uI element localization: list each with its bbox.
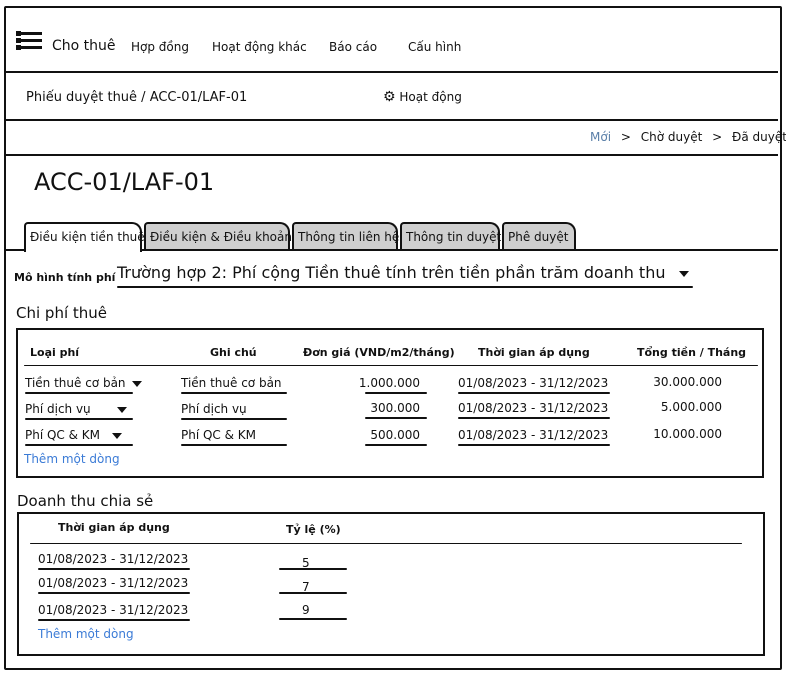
input-underline <box>279 592 347 594</box>
actions-button[interactable]: ⚙ Hoạt động <box>383 89 462 105</box>
menu-icon[interactable] <box>16 31 42 50</box>
fee-model-underline <box>117 286 693 288</box>
period-input[interactable]: 01/08/2023 - 31/12/2023 <box>38 552 188 566</box>
input-underline <box>38 568 190 570</box>
chevron-right-icon: > <box>712 130 723 144</box>
status-divider <box>6 154 778 156</box>
input-underline <box>458 444 610 446</box>
period-input[interactable]: 01/08/2023 - 31/12/2023 <box>38 576 188 590</box>
input-underline <box>365 444 427 446</box>
input-underline <box>25 418 133 420</box>
period-input[interactable]: 01/08/2023 - 31/12/2023 <box>458 428 608 442</box>
nav-divider <box>6 71 778 73</box>
total-value: 10.000.000 <box>653 427 722 441</box>
note-input[interactable]: Tiền thuê cơ bản <box>181 376 282 390</box>
tab-terms-conditions[interactable]: Điều kiện & Điều khoản <box>144 222 292 250</box>
chevron-down-icon <box>131 380 142 387</box>
col-header-note: Ghi chú <box>210 346 257 359</box>
fee-type-select[interactable]: Phí dịch vụ <box>25 402 127 416</box>
total-value: 5.000.000 <box>660 400 722 414</box>
total-value: 30.000.000 <box>653 375 722 389</box>
actions-label: Hoạt động <box>399 90 462 104</box>
rent-costs-header-line <box>24 365 758 366</box>
add-rent-row-link[interactable]: Thêm một dòng <box>24 452 120 466</box>
input-underline <box>365 417 427 419</box>
col-header-fee-type: Loại phí <box>30 346 80 359</box>
col-header-rate: Tỷ lệ (%) <box>286 523 341 536</box>
input-underline <box>279 618 347 620</box>
rate-input[interactable]: 9 <box>302 603 310 617</box>
input-underline <box>279 568 347 570</box>
input-underline <box>181 444 287 446</box>
nav-item-reports[interactable]: Báo cáo <box>329 40 377 54</box>
rent-costs-title: Chi phí thuê <box>16 304 108 322</box>
breadcrumb[interactable]: Phiếu duyệt thuê / ACC-01/LAF-01 <box>26 90 247 105</box>
revenue-header-line <box>30 543 742 544</box>
unit-price-input[interactable]: 500.000 <box>340 428 420 442</box>
fee-model-select[interactable]: Trường hợp 2: Phí cộng Tiền thuê tính tr… <box>117 263 690 282</box>
page-title: ACC-01/LAF-01 <box>34 168 215 196</box>
chevron-right-icon: > <box>620 130 631 144</box>
nav-brand[interactable]: Cho thuê <box>52 38 116 54</box>
period-input[interactable]: 01/08/2023 - 31/12/2023 <box>458 376 608 390</box>
tab-approve[interactable]: Phê duyệt <box>502 222 576 250</box>
input-underline <box>181 392 287 394</box>
input-underline <box>38 592 190 594</box>
nav-item-contracts[interactable]: Hợp đồng <box>131 40 189 54</box>
input-underline <box>458 417 610 419</box>
unit-price-input[interactable]: 300.000 <box>340 401 420 415</box>
fee-model-value: Trường hợp 2: Phí cộng Tiền thuê tính tr… <box>117 263 666 282</box>
tab-rent-conditions[interactable]: Điều kiện tiền thuê <box>24 222 145 252</box>
fee-type-select[interactable]: Tiền thuê cơ bản <box>25 376 142 390</box>
period-input[interactable]: 01/08/2023 - 31/12/2023 <box>458 401 608 415</box>
unit-price-input[interactable]: 1.000.000 <box>340 376 420 390</box>
revenue-share-title: Doanh thu chia sẻ <box>17 492 154 510</box>
input-underline <box>38 619 190 621</box>
note-input[interactable]: Phí QC & KM <box>181 428 256 442</box>
tab-approval-info[interactable]: Thông tin duyệt <box>400 222 501 250</box>
col-header-unit-price: Đơn giá (VND/m2/tháng) <box>303 346 455 359</box>
fee-type-select[interactable]: Phí QC & KM <box>25 428 123 442</box>
header-divider <box>6 119 778 121</box>
chevron-down-icon <box>679 270 690 277</box>
add-revenue-row-link[interactable]: Thêm một dòng <box>38 627 134 641</box>
input-underline <box>365 392 427 394</box>
chevron-down-icon <box>116 406 127 413</box>
col-header-period: Thời gian áp dụng <box>478 346 590 359</box>
nav-item-settings[interactable]: Cấu hình <box>408 40 461 54</box>
input-underline <box>181 418 287 420</box>
status-step-new[interactable]: Mới <box>590 130 611 144</box>
fee-model-label: Mô hình tính phí <box>14 271 116 284</box>
status-steps: Mới > Chờ duyệt > Đã duyệt <box>590 130 786 144</box>
input-underline <box>458 392 610 394</box>
note-input[interactable]: Phí dịch vụ <box>181 402 247 416</box>
input-underline <box>25 392 133 394</box>
status-step-approved[interactable]: Đã duyệt <box>732 130 786 144</box>
input-underline <box>25 444 133 446</box>
tab-contact-info[interactable]: Thông tin liên hệ <box>292 222 399 250</box>
col-header-total: Tổng tiền / Tháng <box>637 346 747 359</box>
chevron-down-icon <box>112 432 123 439</box>
status-step-pending[interactable]: Chờ duyệt <box>641 130 703 144</box>
period-input[interactable]: 01/08/2023 - 31/12/2023 <box>38 603 188 617</box>
gear-icon: ⚙ <box>383 89 396 105</box>
nav-item-other-activities[interactable]: Hoạt động khác <box>212 40 307 54</box>
col-header-period: Thời gian áp dụng <box>58 521 170 534</box>
